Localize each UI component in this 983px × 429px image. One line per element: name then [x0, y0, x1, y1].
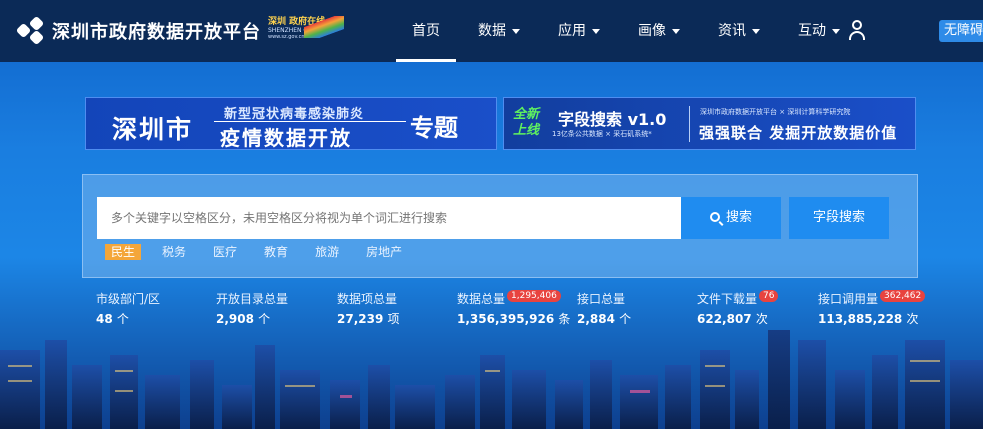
banner-tag: 专题 — [410, 114, 458, 142]
field-search-banner[interactable]: 全新 上线 字段搜索 v1.0 13亿条公共数据 × 采石矶系统* 深圳市政府数… — [503, 97, 916, 150]
stat-downloads: 文件下载量 76 622,807 次 — [697, 290, 779, 327]
site-logo[interactable]: 深圳市政府数据开放平台 — [15, 15, 261, 46]
stat-label: 市级部门/区 — [96, 292, 161, 306]
new-line2: 上线 — [513, 123, 540, 138]
city-skyline-image — [0, 330, 983, 429]
tag-tax[interactable]: 税务 — [156, 244, 192, 260]
stat-label: 数据总量 1,295,406 — [457, 290, 570, 307]
chevron-down-icon — [512, 28, 520, 34]
chevron-down-icon — [752, 28, 760, 34]
shenzhen-gov-badge[interactable]: 深圳 政府在线 SHENZHEN CHINA www.sz.gov.cn — [268, 14, 344, 48]
stat-value: 2,884 个 — [577, 312, 632, 326]
new-badge: 全新 上线 — [513, 107, 539, 139]
stat-label: 接口调用量 362,462 — [818, 290, 926, 307]
main-menu: 首页 数据 应用 画像 资讯 互动 — [396, 0, 840, 62]
badge-stripe-icon — [304, 16, 344, 38]
nav-news[interactable]: 资讯 — [718, 0, 760, 62]
banner-right-divider — [689, 106, 690, 142]
new-line1: 全新 — [513, 107, 540, 122]
banner-right-title: 字段搜索 v1.0 — [558, 110, 667, 129]
stat-value: 622,807 次 — [697, 312, 768, 326]
chevron-down-icon — [672, 28, 680, 34]
banner-partners: 深圳市政府数据开放平台 × 深圳计算科学研究院 — [700, 108, 851, 116]
increase-badge: 76 — [759, 290, 779, 302]
search-button[interactable]: 搜索 — [681, 197, 781, 239]
chevron-down-icon — [592, 28, 600, 34]
banner-main-line: 疫情数据开放 — [220, 126, 352, 150]
stat-apis: 接口总量 2,884 个 — [577, 290, 631, 327]
stat-label: 接口总量 — [577, 292, 626, 306]
covid-data-banner[interactable]: 深圳市 新型冠状病毒感染肺炎 疫情数据开放 专题 — [85, 97, 497, 150]
user-icon[interactable] — [848, 20, 866, 40]
search-panel: 搜索 字段搜索 民生 税务 医疗 教育 旅游 房地产 — [82, 174, 918, 278]
nav-portrait[interactable]: 画像 — [638, 0, 680, 62]
stat-data-total: 数据总量 1,295,406 1,356,395,926 条 — [457, 290, 570, 327]
tag-education[interactable]: 教育 — [258, 244, 294, 260]
increase-badge: 362,462 — [880, 290, 926, 302]
nav-apps[interactable]: 应用 — [558, 0, 600, 62]
site-title: 深圳市政府数据开放平台 — [52, 22, 261, 43]
search-input[interactable] — [97, 197, 681, 239]
chevron-down-icon — [832, 28, 840, 34]
tag-livelihood[interactable]: 民生 — [105, 244, 142, 260]
stat-value: 2,908 个 — [216, 312, 271, 326]
stat-label: 文件下载量 76 — [697, 290, 779, 307]
stat-value: 27,239 项 — [337, 312, 400, 326]
banner-right-subtitle: 13亿条公共数据 × 采石矶系统* — [552, 130, 652, 138]
banner-top-line: 新型冠状病毒感染肺炎 — [224, 107, 365, 122]
stat-label: 数据项总量 — [337, 292, 398, 306]
tag-tourism[interactable]: 旅游 — [309, 244, 345, 260]
tag-real-estate[interactable]: 房地产 — [360, 244, 408, 260]
stat-data-items: 数据项总量 27,239 项 — [337, 290, 400, 327]
logo-icon — [15, 15, 45, 46]
nav-interact[interactable]: 互动 — [798, 0, 840, 62]
stat-catalogs: 开放目录总量 2,908 个 — [216, 290, 288, 327]
hot-tags: 民生 税务 医疗 教育 旅游 房地产 — [105, 244, 423, 260]
banner-city: 深圳市 — [112, 115, 194, 144]
nav-data[interactable]: 数据 — [478, 0, 520, 62]
accessibility-button[interactable]: 无障碍 — [939, 20, 983, 42]
nav-home[interactable]: 首页 — [396, 0, 456, 62]
top-nav: 深圳市政府数据开放平台 深圳 政府在线 SHENZHEN CHINA www.s… — [0, 0, 983, 62]
stat-label: 开放目录总量 — [216, 292, 289, 306]
tag-medical[interactable]: 医疗 — [207, 244, 243, 260]
stat-value: 1,356,395,926 条 — [457, 312, 571, 326]
field-search-button[interactable]: 字段搜索 — [789, 197, 889, 239]
search-icon — [709, 212, 720, 222]
stat-value: 113,885,228 次 — [818, 312, 919, 326]
increase-badge: 1,295,406 — [507, 290, 561, 302]
stat-api-calls: 接口调用量 362,462 113,885,228 次 — [818, 290, 926, 327]
stat-value: 48 个 — [96, 312, 129, 326]
banner-slogan: 强强联合 发掘开放数据价值 — [699, 124, 898, 142]
stat-departments: 市级部门/区 48 个 — [96, 290, 160, 327]
